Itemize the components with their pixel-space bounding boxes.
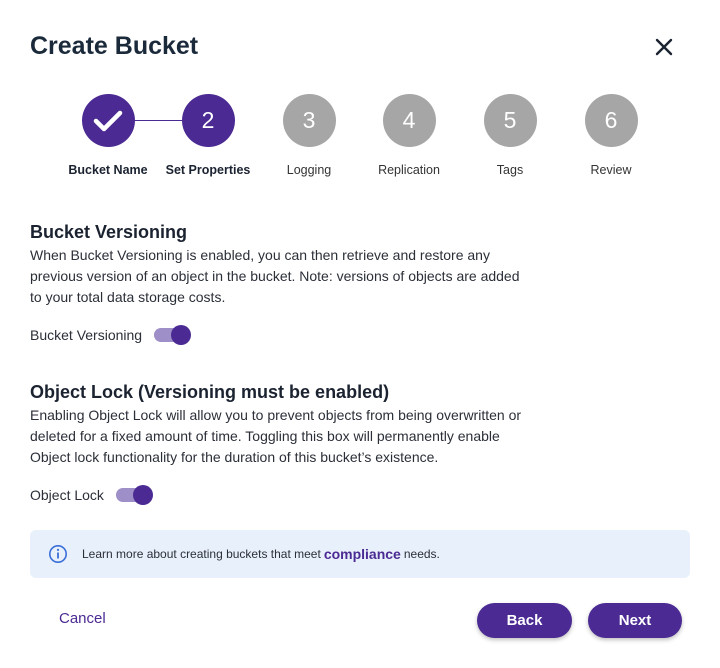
- versioning-title: Bucket Versioning: [30, 222, 188, 242]
- object-lock-description: Enabling Object Lock will allow you to p…: [30, 407, 522, 465]
- stepper: Bucket Name 2 Set Properties 3 Logging 4…: [0, 94, 720, 184]
- compliance-link[interactable]: compliance: [324, 546, 401, 562]
- close-button[interactable]: [650, 33, 678, 61]
- step-circle: 2: [181, 94, 235, 147]
- step-circle: 3: [282, 94, 336, 147]
- object-lock-toggle-row: Object Lock: [30, 484, 154, 506]
- object-lock-title: Object Lock (Versioning must be enabled): [30, 382, 390, 402]
- check-icon: [93, 110, 123, 131]
- step-circle: 6: [584, 94, 638, 147]
- versioning-toggle-label: Bucket Versioning: [30, 327, 143, 343]
- next-button[interactable]: Next: [588, 603, 682, 638]
- step-circle: [81, 94, 135, 147]
- cancel-button[interactable]: Cancel: [59, 610, 106, 627]
- close-icon: [655, 38, 673, 56]
- info-text-before: Learn more about creating buckets that m…: [82, 547, 321, 561]
- step-review[interactable]: 6 Review: [551, 94, 671, 177]
- versioning-description: When Bucket Versioning is enabled, you c…: [30, 247, 520, 305]
- info-icon: [49, 545, 67, 563]
- create-bucket-dialog: Create Bucket Bucket Name 2 Set Properti…: [0, 0, 720, 668]
- step-circle: 4: [382, 94, 436, 147]
- back-button[interactable]: Back: [477, 603, 572, 638]
- object-lock-toggle-label: Object Lock: [30, 487, 104, 503]
- step-circle: 5: [483, 94, 537, 147]
- info-text-after: needs.: [403, 547, 440, 561]
- object-lock-toggle[interactable]: [115, 484, 154, 506]
- toggle-thumb: [132, 485, 153, 505]
- compliance-info-banner: Learn more about creating buckets that m…: [30, 530, 690, 578]
- dialog-title: Create Bucket: [30, 32, 199, 60]
- step-label: Review: [590, 163, 632, 177]
- versioning-toggle-row: Bucket Versioning: [30, 324, 192, 346]
- toggle-thumb: [171, 325, 192, 345]
- versioning-toggle[interactable]: [154, 324, 192, 346]
